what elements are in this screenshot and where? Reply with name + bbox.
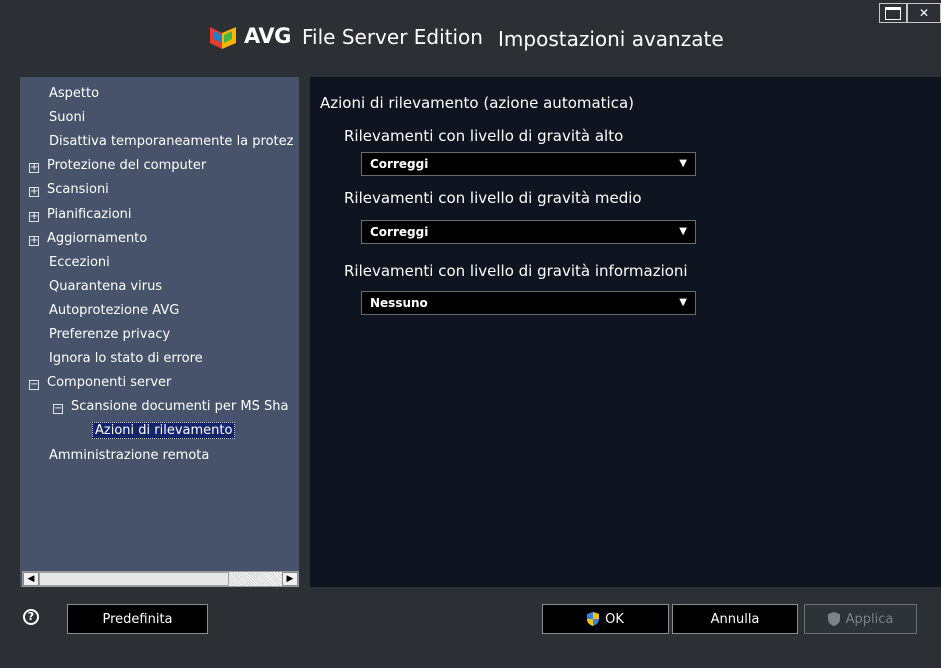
info-severity-label: Rilevamenti con livello di gravità infor… <box>344 262 688 280</box>
tree-item[interactable]: Preferenze privacy <box>49 324 170 346</box>
info-severity-select[interactable]: Nessuno ▼ <box>361 291 696 315</box>
ok-button-label: OK <box>605 611 624 627</box>
section-title: Azioni di rilevamento (azione automatica… <box>320 94 635 112</box>
expand-icon[interactable]: + <box>29 212 39 222</box>
scroll-right-icon[interactable]: ▶ <box>282 572 298 586</box>
tree-item[interactable]: Amministrazione remota <box>49 445 209 467</box>
apply-button[interactable]: Applica <box>804 604 917 634</box>
tree-item-label: Scansione documenti per MS Sha <box>71 399 289 414</box>
brand-name: AVG <box>244 24 291 48</box>
tree-item-label: Disattiva temporaneamente la protez <box>49 134 294 149</box>
info-severity-value: Nessuno <box>370 296 428 310</box>
tree-item[interactable]: Azioni di rilevamento <box>92 420 236 442</box>
medium-severity-value: Correggi <box>370 225 429 239</box>
expand-icon[interactable]: + <box>29 187 39 197</box>
scroll-thumb[interactable] <box>39 572 229 586</box>
tree-item-label: Pianificazioni <box>47 207 132 222</box>
tree-item-label: Scansioni <box>47 182 109 197</box>
ok-button[interactable]: OK <box>542 604 669 634</box>
tree-item[interactable]: Quarantena virus <box>49 276 162 298</box>
cancel-button[interactable]: Annulla <box>672 604 798 634</box>
tree-item-label: Azioni di rilevamento <box>92 422 236 439</box>
tree-item[interactable]: Autoprotezione AVG <box>49 300 179 322</box>
chevron-down-icon: ▼ <box>679 158 687 169</box>
tree-item-label: Preferenze privacy <box>49 327 171 342</box>
tree-item-label: Amministrazione remota <box>49 448 210 463</box>
tree-item-label: Eccezioni <box>49 255 110 270</box>
settings-tree-panel: Aspetto Suoni Disattiva temporaneamente la… <box>20 77 299 587</box>
settings-content: Azioni di rilevamento (azione automatica… <box>310 77 941 587</box>
window-title: Impostazioni avanzate <box>498 27 724 51</box>
close-button[interactable]: ✕ <box>907 3 941 23</box>
expand-icon[interactable]: + <box>29 163 39 173</box>
tree-item[interactable]: Aspetto <box>49 83 99 105</box>
close-icon: ✕ <box>918 6 930 20</box>
tree-item[interactable]: − Componenti server <box>29 372 171 394</box>
chevron-down-icon: ▼ <box>679 297 687 308</box>
expand-icon[interactable]: + <box>29 236 39 246</box>
tree-item-label: Autoprotezione AVG <box>49 303 180 318</box>
maximize-button[interactable] <box>879 3 907 23</box>
tree-item-label: Componenti server <box>47 375 172 390</box>
high-severity-select[interactable]: Correggi ▼ <box>361 152 696 176</box>
tree-item-label: Protezione del computer <box>47 158 207 173</box>
tree-item-label: Suoni <box>49 110 86 125</box>
collapse-icon[interactable]: − <box>29 380 39 390</box>
tree-item[interactable]: Ignora lo stato di errore <box>49 348 203 370</box>
high-severity-value: Correggi <box>370 157 429 171</box>
tree-item[interactable]: Disattiva temporaneamente la protez <box>49 131 293 153</box>
tree-item[interactable]: Eccezioni <box>49 252 110 274</box>
tree-item[interactable]: + Protezione del computer <box>29 155 206 177</box>
tree-item-label: Aspetto <box>49 86 100 101</box>
tree-item[interactable]: + Pianificazioni <box>29 204 132 226</box>
tree-horizontal-scrollbar[interactable]: ◀ ▶ <box>22 571 299 587</box>
high-severity-label: Rilevamenti con livello di gravità alto <box>344 127 624 145</box>
tree-item[interactable]: Suoni <box>49 107 85 129</box>
medium-severity-label: Rilevamenti con livello di gravità medio <box>344 189 642 207</box>
avg-logo-icon <box>210 27 236 49</box>
collapse-icon[interactable]: − <box>53 404 63 414</box>
default-button-label: Predefinita <box>102 611 173 627</box>
tree-item-label: Ignora lo stato di errore <box>49 351 203 366</box>
uac-shield-icon <box>587 612 600 626</box>
shield-icon <box>827 612 840 626</box>
tree-item[interactable]: + Scansioni <box>29 179 109 201</box>
chevron-down-icon: ▼ <box>679 226 687 237</box>
tree-item[interactable]: + Aggiornamento <box>29 228 147 250</box>
tree-item-label: Quarantena virus <box>49 279 163 294</box>
scroll-left-icon[interactable]: ◀ <box>23 572 39 586</box>
scroll-track[interactable] <box>229 572 284 586</box>
settings-tree: Aspetto Suoni Disattiva temporaneamente la… <box>20 83 299 557</box>
tree-item-label: Aggiornamento <box>47 231 148 246</box>
window-header: AVG File Server Edition Impostazioni ava… <box>0 0 941 70</box>
tree-item[interactable]: − Scansione documenti per MS Sha <box>53 396 288 418</box>
apply-button-label: Applica <box>845 611 894 627</box>
edition-name: File Server Edition <box>302 25 483 49</box>
cancel-button-label: Annulla <box>710 611 760 627</box>
help-icon[interactable]: ? <box>23 609 39 625</box>
maximize-icon <box>885 6 901 20</box>
default-button[interactable]: Predefinita <box>67 604 208 634</box>
medium-severity-select[interactable]: Correggi ▼ <box>361 220 696 244</box>
